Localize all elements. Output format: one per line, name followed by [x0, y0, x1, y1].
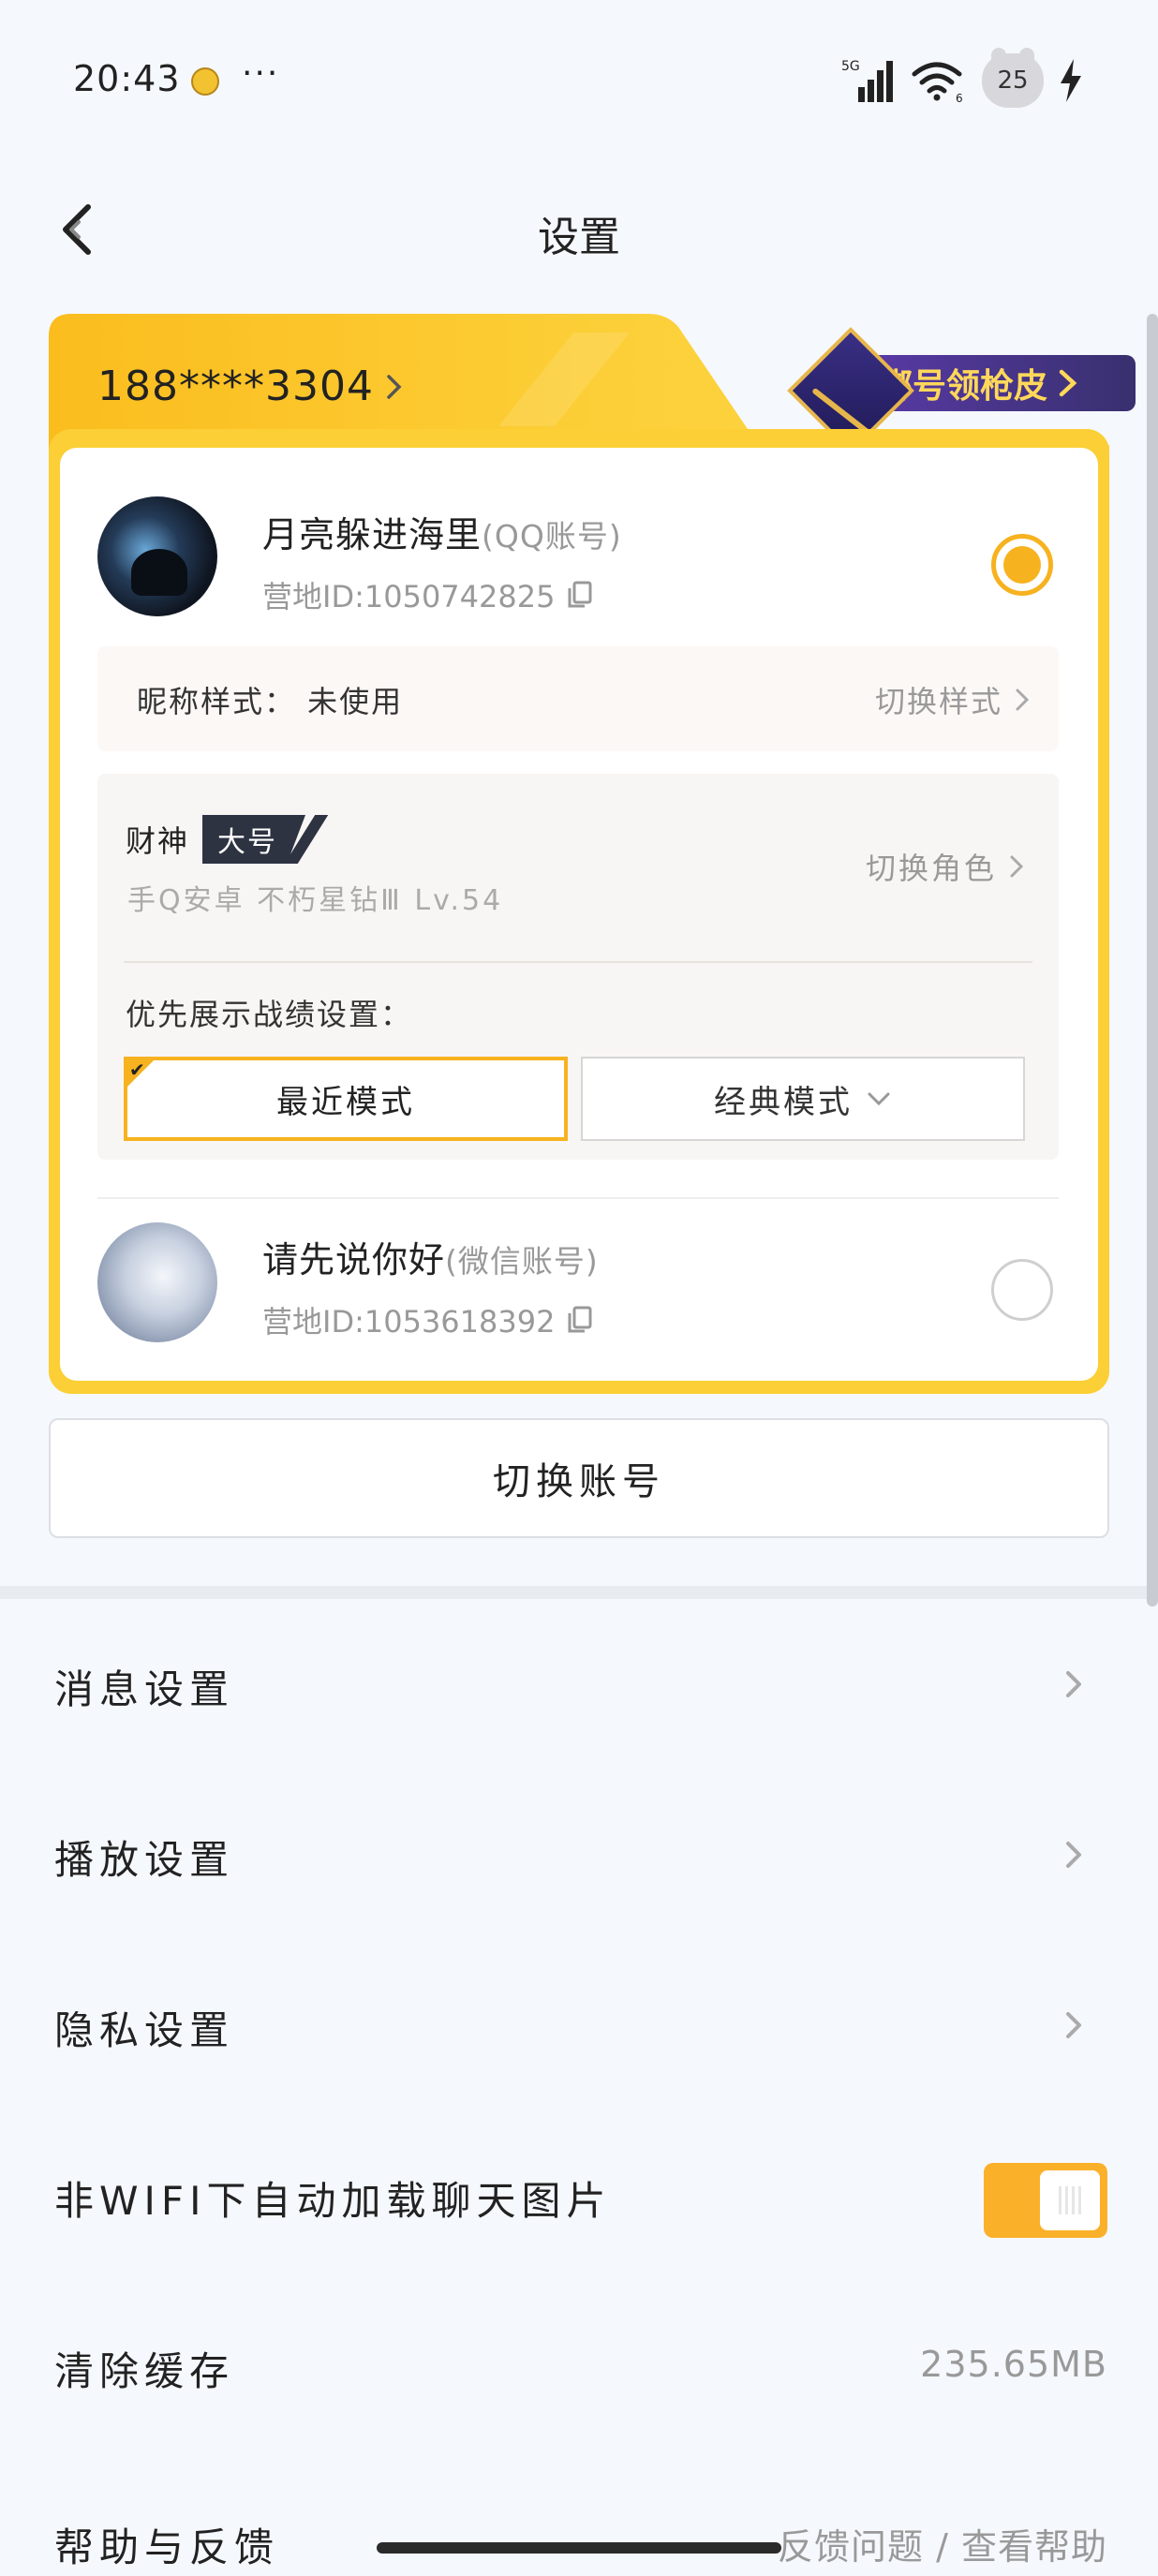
wifi-label: 6 — [956, 92, 963, 104]
role-detail: 手Q安卓 不朽星钻Ⅲ Lv.54 — [127, 884, 504, 917]
status-icons: 5G 6 25 — [841, 48, 1083, 109]
settings-row-message[interactable]: 消息设置 — [0, 1600, 1158, 1770]
game-role-panel: 财神 大号 手Q安卓 不朽星钻Ⅲ Lv.54 切换角色 优先展示战绩设置： ✔ … — [97, 774, 1059, 1160]
status-bar: 20:43 ··· 5G 6 25 — [0, 0, 1158, 150]
scrollbar[interactable] — [1147, 314, 1158, 1606]
phone-number: 188****3304 — [97, 363, 374, 410]
chevron-right-icon — [387, 374, 402, 399]
nickname-style-label: 昵称样式： 未使用 — [137, 684, 404, 719]
home-indicator[interactable] — [377, 2542, 781, 2554]
settings-row-label: 帮助与反馈 — [54, 2524, 280, 2570]
chevron-right-icon — [1066, 1842, 1081, 1868]
account-name-text: 月亮躲进海里 — [262, 514, 482, 555]
mode-recent-button[interactable]: ✔ 最近模式 — [124, 1057, 568, 1141]
mode-recent-label: 最近模式 — [276, 1083, 415, 1121]
chevron-right-icon — [1059, 369, 1077, 397]
signal-icon: 5G — [841, 59, 893, 102]
check-icon: ✔ — [129, 1059, 148, 1081]
copy-icon[interactable] — [566, 1305, 594, 1335]
wifi-icon: 6 — [912, 62, 963, 104]
switch-style-button[interactable]: 切换样式 — [875, 678, 1031, 721]
chevron-right-icon — [1066, 1671, 1081, 1697]
settings-row-value: 反馈问题 / 查看帮助 — [778, 2526, 1107, 2568]
role-tag: 大号 — [202, 815, 329, 864]
account-type: (QQ账号) — [482, 518, 622, 555]
divider — [124, 961, 1032, 963]
copy-icon[interactable] — [566, 580, 594, 610]
settings-row-playback[interactable]: 播放设置 — [0, 1770, 1158, 1941]
status-time: 20:43 — [73, 58, 181, 99]
role-name-text: 财神 — [126, 823, 190, 859]
auto-load-images-toggle[interactable] — [984, 2163, 1107, 2238]
role-name: 财神 大号 — [126, 815, 329, 864]
more-notifications-icon: ··· — [242, 54, 280, 93]
settings-row-privacy[interactable]: 隐私设置 — [0, 1941, 1158, 2111]
divider — [97, 1197, 1059, 1199]
switch-role-text: 切换角色 — [865, 851, 997, 886]
settings-row-auto-load-images: 非WIFI下自动加载聊天图片 — [0, 2111, 1158, 2282]
signal-label: 5G — [841, 59, 860, 74]
charging-icon — [1061, 59, 1081, 102]
camp-id-text: 营地ID:1053618392 — [262, 1304, 556, 1340]
phone-number-link[interactable]: 188****3304 — [97, 363, 404, 410]
avatar[interactable] — [97, 1222, 217, 1342]
chevron-right-icon — [1066, 2012, 1081, 2038]
page-title: 设置 — [538, 214, 620, 261]
settings-row-label: 非WIFI下自动加载聊天图片 — [54, 2178, 612, 2224]
chevron-right-icon — [1010, 855, 1024, 878]
chevron-down-icon — [868, 1092, 890, 1106]
header: 设置 — [0, 183, 1158, 276]
toggle-knob — [1040, 2170, 1100, 2230]
settings-row-label: 清除缓存 — [54, 2348, 235, 2394]
record-preference-label: 优先展示战绩设置： — [126, 997, 413, 1032]
app-notification-icon — [191, 67, 219, 96]
account-name: 月亮躲进海里(QQ账号) — [262, 506, 622, 557]
avatar[interactable] — [97, 496, 217, 616]
camp-id-text: 营地ID:1050742825 — [262, 579, 556, 614]
mode-classic-label: 经典模式 — [714, 1083, 853, 1121]
section-divider — [0, 1586, 1158, 1599]
nickname-style-row: 昵称样式： 未使用 切换样式 — [97, 646, 1059, 751]
settings-row-label: 隐私设置 — [54, 2007, 235, 2053]
settings-row-label: 消息设置 — [54, 1666, 235, 1712]
account-select-radio[interactable] — [991, 534, 1053, 596]
cache-size: 235.65MB — [920, 2344, 1107, 2385]
settings-row-clear-cache[interactable]: 清除缓存 235.65MB — [0, 2282, 1158, 2452]
switch-style-text: 切换样式 — [874, 684, 1002, 719]
battery-icon: 25 — [982, 48, 1044, 108]
battery-level: 25 — [997, 67, 1029, 95]
switch-role-button[interactable]: 切换角色 — [866, 845, 1025, 888]
camp-id: 营地ID:1050742825 — [262, 573, 594, 616]
account-type: (微信账号) — [445, 1243, 599, 1280]
switch-account-button[interactable]: 切换账号 — [49, 1418, 1109, 1538]
account-name: 请先说你好(微信账号) — [262, 1231, 599, 1282]
camp-id: 营地ID:1053618392 — [262, 1298, 594, 1341]
account-select-radio[interactable] — [991, 1259, 1053, 1321]
settings-row-label: 播放设置 — [54, 1837, 235, 1883]
chevron-right-icon — [1016, 688, 1030, 711]
mode-classic-dropdown[interactable]: 经典模式 — [581, 1057, 1025, 1141]
account-name-text: 请先说你好 — [262, 1239, 446, 1281]
bind-account-promo[interactable]: 绑号领枪皮 — [761, 327, 1139, 462]
